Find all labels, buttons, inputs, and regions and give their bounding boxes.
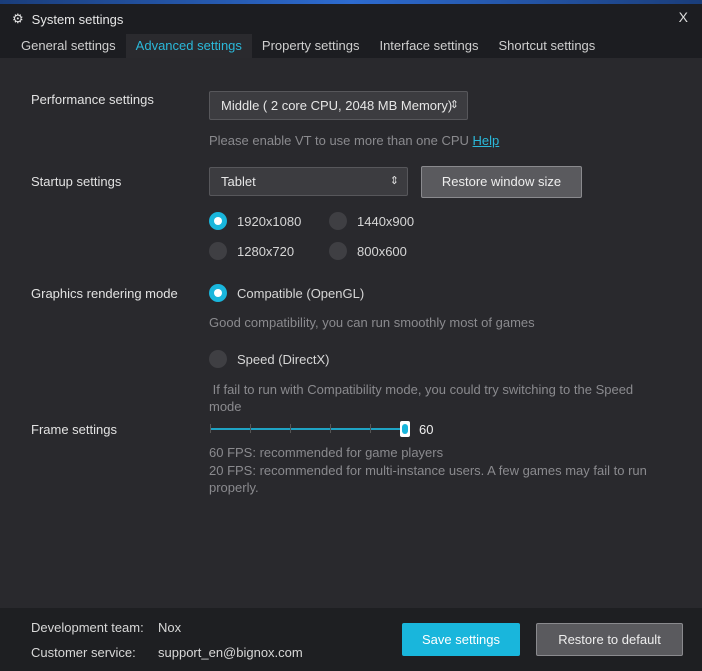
window-title: ⚙ System settings [12,11,123,27]
performance-value: Middle ( 2 core CPU, 2048 MB Memory) [221,98,453,113]
startup-value: Tablet [221,174,256,189]
fps-slider[interactable] [210,421,410,437]
restore-default-button[interactable]: Restore to default [536,623,683,656]
save-settings-button[interactable]: Save settings [402,623,520,656]
radio-icon [329,242,347,260]
radio-label: Speed (DirectX) [237,351,330,367]
resolution-1280x720[interactable]: 1280x720 [209,242,294,260]
fps-hint-20: 20 FPS: recommended for multi-instance u… [209,463,647,495]
radio-selected-icon [209,212,227,230]
vt-hint-text: Please enable VT to use more than one CP… [209,133,469,148]
customer-service-label: Customer service: [31,645,136,660]
startup-label: Startup settings [31,174,122,189]
radio-icon [329,212,347,230]
radio-label: Compatible (OpenGL) [237,285,365,301]
startup-select[interactable]: Tablet ⇕ [209,167,408,196]
desktop-strip [0,0,702,4]
title-text: System settings [31,11,124,27]
fps-value: 60 [419,422,434,437]
slider-tick [370,424,371,433]
vt-hint: Please enable VT to use more than one CP… [209,133,499,148]
mode-opengl[interactable]: Compatible (OpenGL) [209,284,364,302]
graphics-label: Graphics rendering mode [31,286,178,301]
radio-label: 800x600 [357,243,407,259]
slider-thumb[interactable] [400,421,410,437]
radio-label: 1920x1080 [237,213,302,229]
tab-shortcut[interactable]: Shortcut settings [488,34,605,58]
dev-team-label: Development team: [31,620,144,635]
frame-label: Frame settings [31,422,117,437]
restore-window-size-button[interactable]: Restore window size [421,166,582,198]
dev-team-value: Nox [158,620,182,635]
resolution-1440x900[interactable]: 1440x900 [329,212,414,230]
slider-tick [250,424,251,433]
opengl-hint: Good compatibility, you can run smoothly… [209,315,535,330]
tab-interface[interactable]: Interface settings [369,34,488,58]
tab-property[interactable]: Property settings [252,34,370,58]
tab-advanced[interactable]: Advanced settings [125,34,252,58]
close-button[interactable]: X [679,9,688,25]
slider-tick [330,424,331,433]
resolution-1920x1080[interactable]: 1920x1080 [209,212,301,230]
radio-icon [209,350,227,368]
performance-select[interactable]: Middle ( 2 core CPU, 2048 MB Memory) ⇕ [209,91,468,120]
resolution-800x600[interactable]: 800x600 [329,242,407,260]
slider-track [210,428,405,430]
updown-icon: ⇕ [389,175,399,187]
directx-hint: If fail to run with Compatibility mode, … [209,382,637,414]
help-link[interactable]: Help [473,133,500,148]
radio-icon [209,242,227,260]
gear-icon: ⚙ [12,11,24,26]
updown-icon: ⇕ [449,99,459,111]
customer-service-value: support_en@bignox.com [158,645,303,660]
slider-tick [290,424,291,433]
fps-hint-60: 60 FPS: recommended for game players [209,445,444,460]
tab-bar: General settings Advanced settings Prope… [11,34,605,58]
slider-tick [210,424,211,433]
performance-label: Performance settings [31,92,154,107]
tab-general[interactable]: General settings [11,34,126,58]
radio-selected-icon [209,284,227,302]
mode-directx[interactable]: Speed (DirectX) [209,350,329,368]
radio-label: 1440x900 [357,213,415,229]
radio-label: 1280x720 [237,243,295,259]
